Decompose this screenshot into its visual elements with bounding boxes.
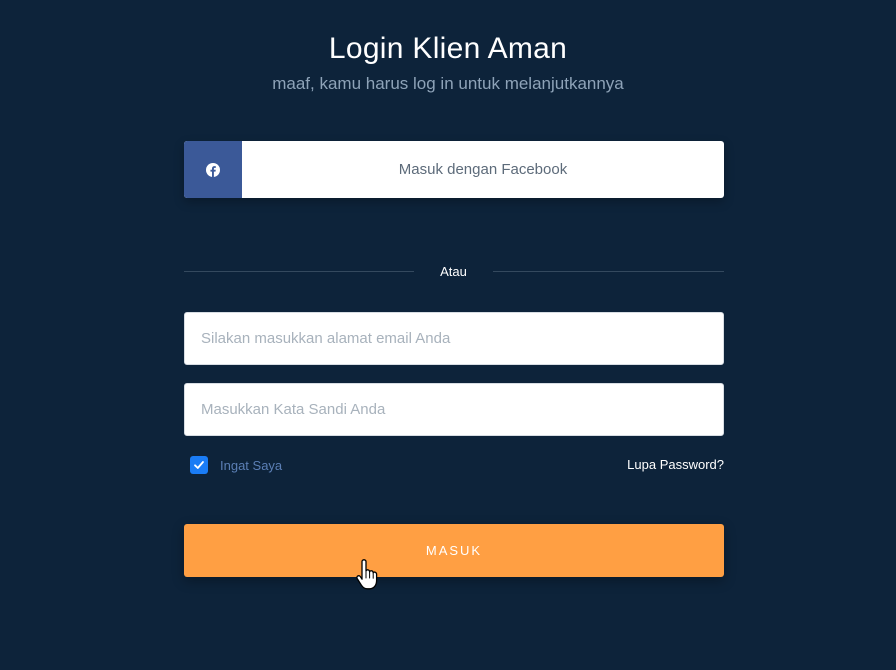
facebook-login-button[interactable]: Masuk dengan Facebook	[184, 141, 724, 198]
password-field[interactable]	[184, 383, 724, 436]
remember-me-label: Ingat Saya	[220, 457, 283, 473]
remember-me-toggle[interactable]: Ingat Saya	[190, 456, 282, 474]
login-page: Login Klien Aman maaf, kamu harus log in…	[0, 0, 896, 670]
remember-me-checkbox[interactable]	[190, 456, 208, 474]
email-field[interactable]	[184, 312, 724, 365]
hand-pointer-icon	[356, 559, 378, 590]
facebook-icon-box	[184, 141, 242, 198]
forgot-password-link[interactable]: Lupa Password?	[627, 457, 724, 472]
facebook-login-label: Masuk dengan Facebook	[398, 161, 568, 178]
divider-line-right	[493, 271, 724, 272]
checkmark-icon	[194, 461, 204, 469]
divider-text: Atau	[440, 264, 467, 279]
login-submit-button[interactable]: MASUK	[184, 524, 724, 577]
facebook-icon	[206, 162, 220, 177]
page-title: Login Klien Aman	[328, 32, 568, 65]
page-subtitle: maaf, kamu harus log in untuk melanjutka…	[272, 74, 624, 93]
divider-line-left	[184, 271, 414, 272]
